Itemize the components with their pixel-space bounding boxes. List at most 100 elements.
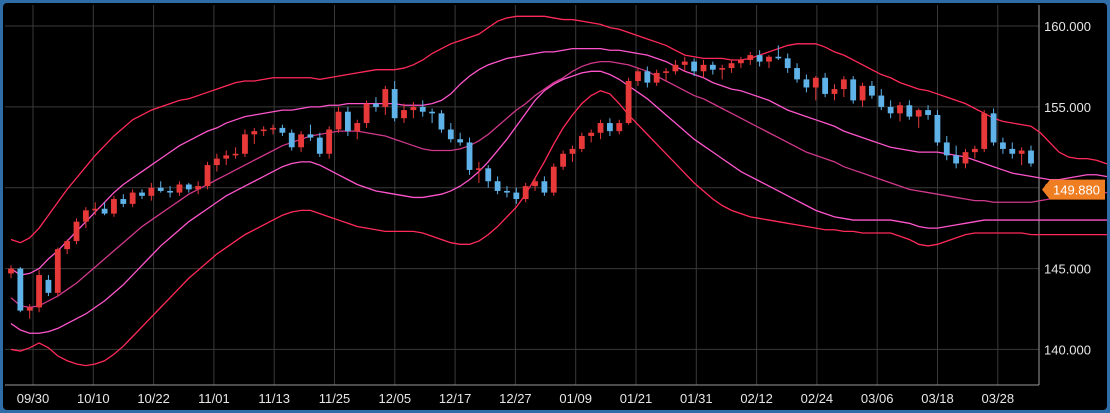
candle-body: [167, 190, 173, 193]
candle-body: [887, 106, 894, 114]
x-tick-label: 03/18: [921, 391, 954, 406]
candle-body: [242, 134, 248, 154]
band-line: [10, 70, 1107, 334]
x-tick-label: 10/10: [77, 391, 110, 406]
candle-body: [606, 123, 613, 132]
candle-body: [775, 56, 782, 59]
candle-body: [485, 168, 492, 182]
candle-body: [82, 210, 89, 222]
chart-panel: 140.000145.000150.000155.000160.000 09/3…: [3, 3, 1107, 410]
candle-body: [401, 110, 407, 119]
candle-body: [335, 111, 342, 130]
y-tick-label: 160.000: [1044, 19, 1091, 34]
candle-body: [672, 64, 679, 72]
x-tick-label: 03/28: [982, 391, 1015, 406]
candle-body: [270, 127, 276, 130]
candle-body: [560, 153, 567, 167]
candle-body: [494, 181, 501, 191]
candle-body: [157, 187, 164, 191]
candle-body: [625, 81, 632, 124]
candle-body: [522, 186, 529, 200]
candle-body: [288, 132, 295, 148]
candle-body: [513, 192, 520, 200]
candle-body: [812, 77, 819, 88]
candle-body: [92, 208, 99, 211]
candle-body: [794, 68, 800, 80]
x-tick-label: 12/27: [499, 391, 532, 406]
x-tick-label: 02/12: [740, 391, 773, 406]
candle-body: [831, 89, 838, 94]
candle-body: [8, 268, 14, 274]
x-tick-label: 11/13: [258, 391, 290, 406]
candle-body: [906, 105, 913, 117]
candle-body: [597, 123, 604, 133]
candle-body: [756, 55, 763, 62]
x-tick-label: 02/24: [801, 391, 834, 406]
current-price-tag: 149.880: [1042, 179, 1105, 200]
candle-body: [101, 208, 108, 214]
candle-body: [213, 158, 220, 166]
band-line: [10, 60, 1107, 309]
candle-body: [850, 79, 857, 101]
candle-body: [363, 103, 370, 124]
x-tick-label: 11/25: [319, 391, 351, 406]
candle-body: [766, 56, 772, 62]
candle-body: [344, 111, 351, 132]
candle-body: [438, 113, 445, 130]
chart-grid: [5, 5, 1040, 386]
candle-body: [429, 111, 436, 114]
candle-body: [728, 63, 735, 69]
candle-body: [26, 307, 33, 311]
candle-body: [803, 79, 810, 88]
candle-body: [129, 192, 136, 204]
candle-body: [878, 95, 885, 107]
candle-body: [719, 68, 726, 70]
candle-body: [279, 127, 286, 133]
candle-body: [934, 114, 941, 143]
candles: [8, 45, 1034, 319]
candle-body: [691, 61, 698, 72]
candle-body: [307, 134, 314, 138]
candle-body: [578, 135, 585, 149]
candle-body: [859, 85, 866, 101]
candle-body: [569, 148, 576, 154]
candle-body: [223, 155, 230, 159]
candle-body: [943, 142, 950, 156]
x-tick-label: 01/09: [559, 391, 592, 406]
candle-body: [541, 181, 548, 193]
x-axis: 09/30 10/10 10/22 11/01 11/13 11/25 12/05 12/17…: [17, 391, 1014, 406]
candle-body: [971, 148, 978, 153]
candle-body: [532, 181, 538, 187]
candle-body: [410, 106, 417, 111]
candle-body: [1018, 150, 1025, 154]
candle-body: [447, 129, 454, 140]
candle-body: [616, 123, 623, 132]
candle-body: [1009, 148, 1016, 154]
candle-body: [139, 192, 145, 196]
candle-body: [120, 199, 127, 204]
candle-body: [897, 105, 903, 114]
x-tick-label: 12/05: [379, 391, 412, 406]
x-tick-label: 11/01: [198, 391, 230, 406]
candle-body: [373, 103, 379, 107]
candle-body: [653, 72, 660, 83]
candle-body: [550, 166, 557, 193]
candle-body: [354, 123, 361, 132]
candle-body: [747, 55, 754, 60]
y-tick-label: 140.000: [1044, 342, 1091, 357]
x-tick-label: 03/06: [861, 391, 894, 406]
candle-body: [504, 190, 510, 193]
candle-body: [588, 132, 595, 136]
candle-body: [953, 155, 960, 164]
candle-body: [195, 186, 202, 190]
candle-body: [1028, 150, 1034, 164]
x-tick-label: 12/17: [439, 391, 472, 406]
candle-body: [54, 249, 61, 293]
candle-body: [644, 71, 651, 83]
candle-body: [962, 152, 969, 164]
candle-body: [709, 64, 716, 70]
candle-body: [681, 61, 688, 65]
band-line: [10, 15, 1107, 244]
y-tick-label: 145.000: [1044, 262, 1091, 277]
candle-body: [232, 153, 239, 156]
